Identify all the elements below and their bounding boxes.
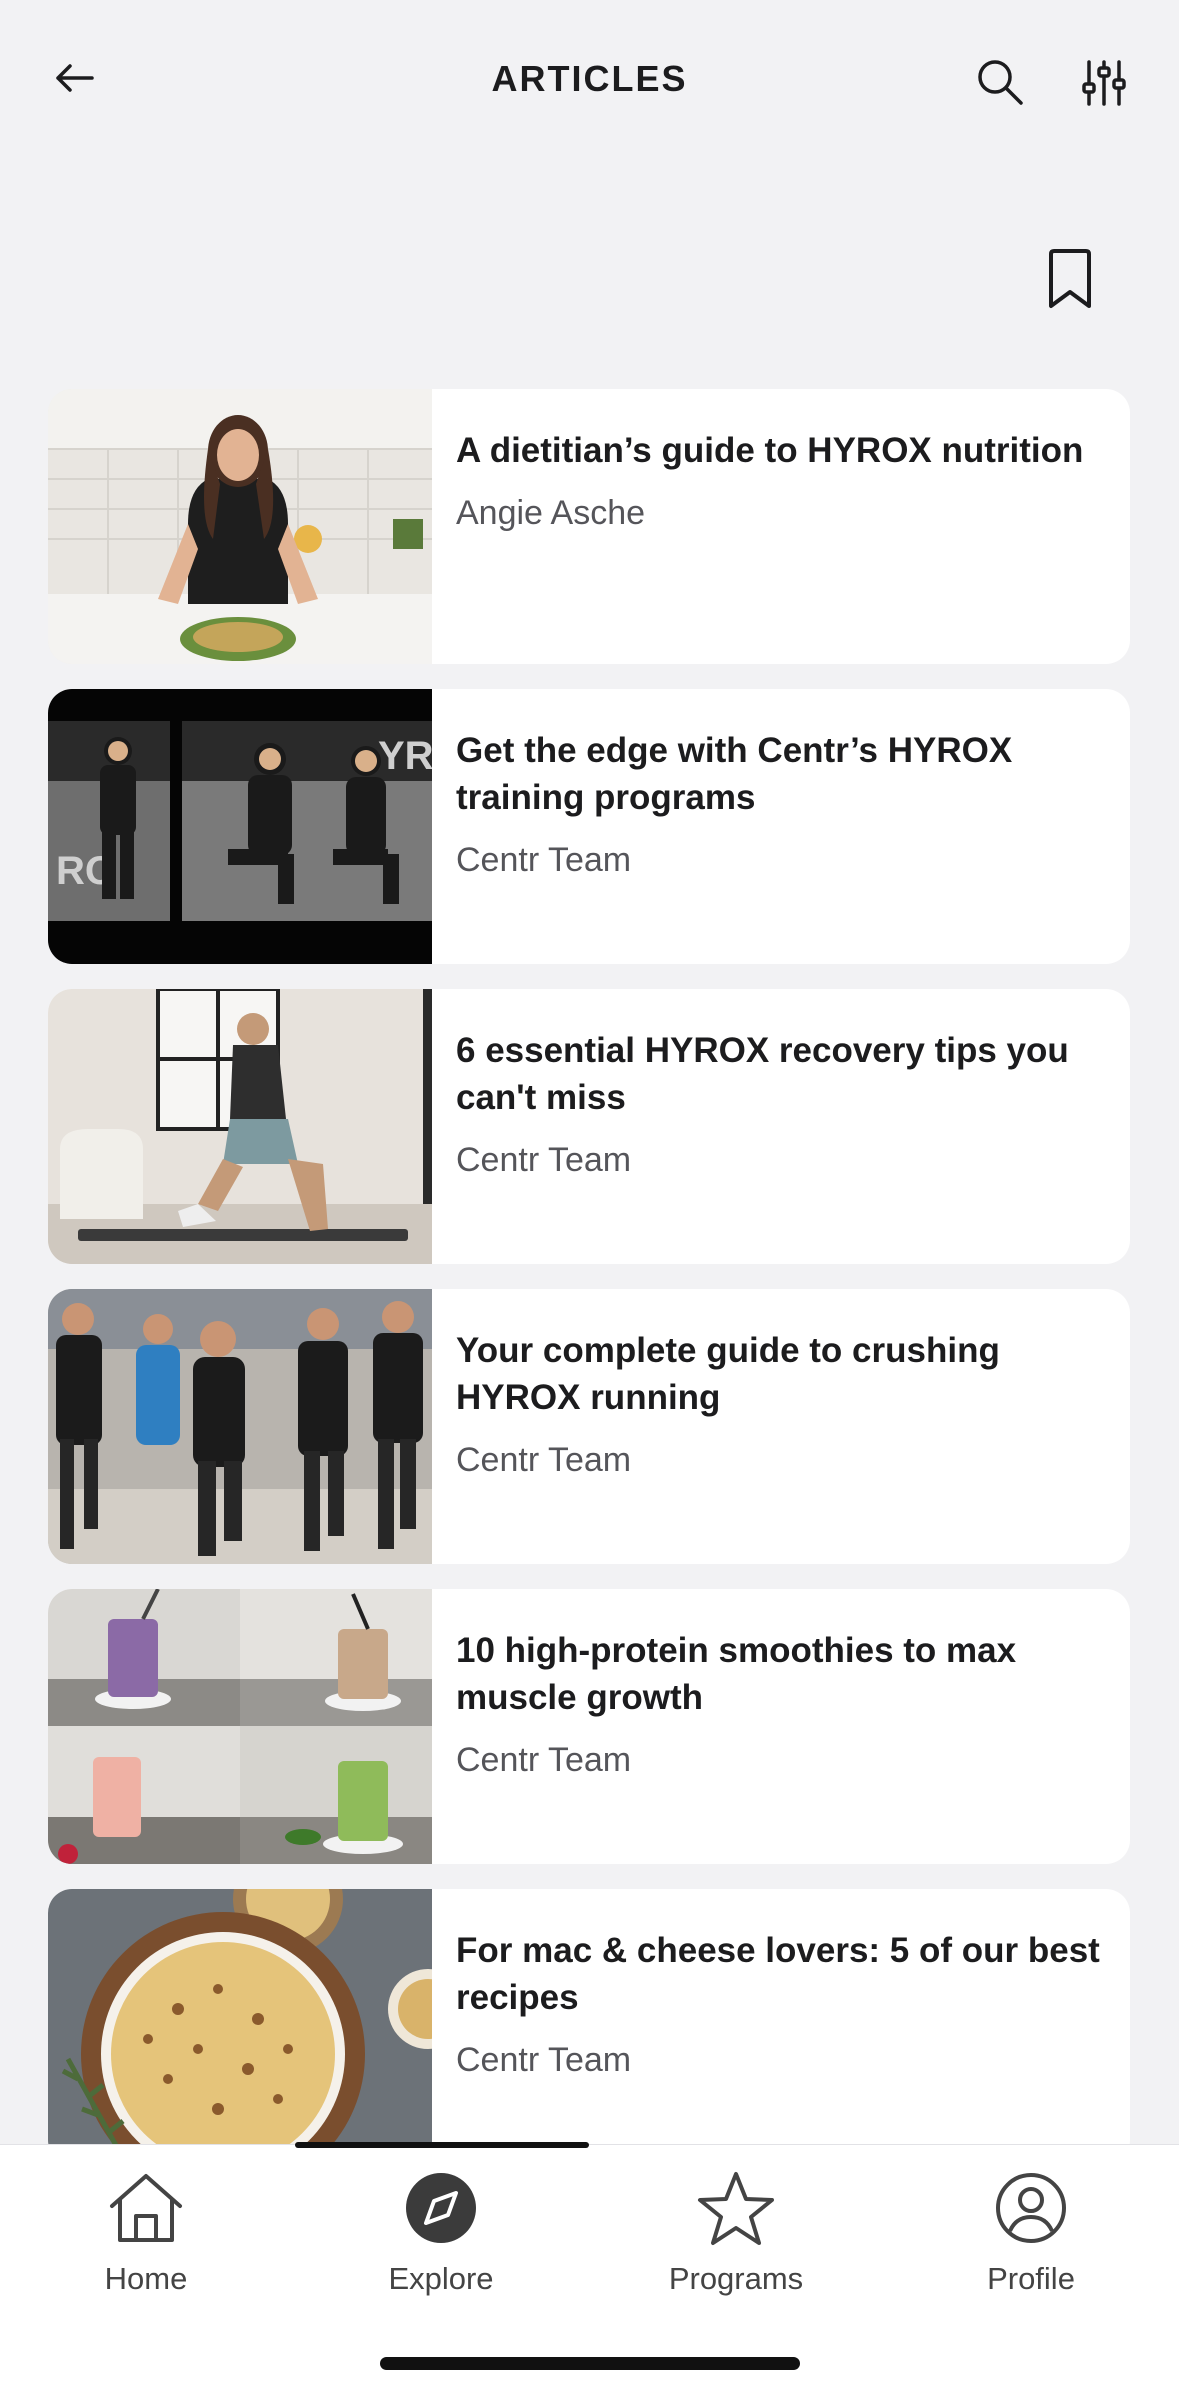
article-card[interactable]: 10 high-protein smoothies to max muscle …	[48, 1589, 1130, 1864]
tab-label: Explore	[388, 2261, 494, 2296]
article-title: 6 essential HYROX recovery tips you can'…	[456, 1031, 1069, 1117]
filter-button[interactable]	[1078, 54, 1130, 110]
article-thumbnail	[48, 1289, 432, 1564]
search-icon	[978, 60, 1023, 105]
tab-label: Home	[104, 2261, 188, 2296]
article-thumbnail	[48, 389, 432, 664]
sliders-icon	[1082, 60, 1126, 106]
article-author: Centr Team	[456, 1741, 632, 1779]
saved-articles-button[interactable]	[1040, 243, 1100, 315]
article-author: Centr Team	[456, 1441, 632, 1479]
star-icon	[693, 2165, 779, 2251]
tab-home[interactable]: Home	[46, 2165, 246, 2305]
article-title: A dietitian’s guide to HYROX nutrition	[456, 431, 1084, 470]
article-author: Centr Team	[456, 841, 632, 879]
article-thumbnail	[48, 1589, 432, 1864]
user-icon	[988, 2165, 1074, 2251]
home-indicator	[380, 2357, 800, 2370]
tab-label: Profile	[987, 2261, 1075, 2296]
tab-profile[interactable]: Profile	[931, 2165, 1131, 2305]
article-thumbnail	[48, 1889, 432, 2164]
article-thumbnail	[48, 989, 432, 1264]
article-list: A dietitian’s guide to HYROX nutrition A…	[48, 389, 1130, 2189]
compass-icon	[398, 2165, 484, 2251]
article-title: Your complete guide to crushing HYROX ru…	[456, 1331, 1000, 1417]
article-author: Centr Team	[456, 1141, 632, 1179]
svg-text:YR: YR	[378, 734, 432, 778]
home-icon	[103, 2165, 189, 2251]
header: ARTICLES	[0, 0, 1179, 165]
tab-programs[interactable]: Programs	[636, 2165, 836, 2305]
scroll-indicator	[295, 2142, 589, 2148]
article-card[interactable]: RO YR Get the edge with Centr’s HYROX tr…	[48, 689, 1130, 964]
tab-label: Programs	[668, 2261, 804, 2296]
article-title: Get the edge with Centr’s HYROX training…	[456, 731, 1013, 817]
article-title: 10 high-protein smoothies to max muscle …	[456, 1631, 1017, 1717]
article-card[interactable]: A dietitian’s guide to HYROX nutrition A…	[48, 389, 1130, 664]
article-thumbnail: RO YR	[48, 689, 432, 964]
tab-explore[interactable]: Explore	[341, 2165, 541, 2305]
article-author: Angie Asche	[456, 494, 646, 532]
article-author: Centr Team	[456, 2041, 632, 2079]
article-card[interactable]: Your complete guide to crushing HYROX ru…	[48, 1289, 1130, 1564]
article-card[interactable]: For mac & cheese lovers: 5 of our best r…	[48, 1889, 1130, 2164]
search-button[interactable]	[972, 54, 1028, 110]
bookmark-icon	[1049, 249, 1091, 308]
tab-bar: Home Explore Programs Profile	[0, 2142, 1179, 2397]
article-title: For mac & cheese lovers: 5 of our best r…	[456, 1931, 1100, 2017]
article-card[interactable]: 6 essential HYROX recovery tips you can'…	[48, 989, 1130, 1264]
